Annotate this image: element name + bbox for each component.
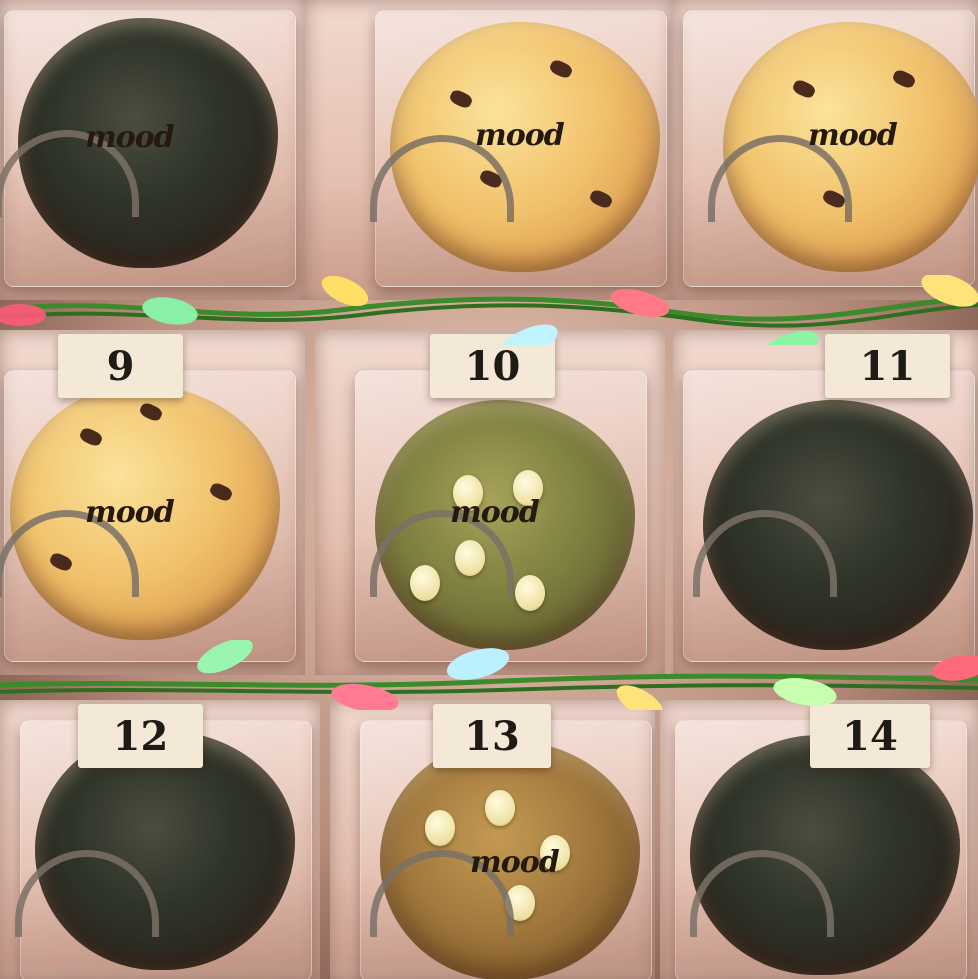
day-number-tag: 10 xyxy=(430,334,555,398)
day-number-tag: 11 xyxy=(825,334,950,398)
compartment: 11 xyxy=(673,330,978,675)
compartment: 12 xyxy=(0,700,320,979)
brand-label: mood xyxy=(85,120,175,155)
compartment: mood xyxy=(673,0,978,300)
chocolate-chunk xyxy=(448,88,474,110)
brand-label: mood xyxy=(450,495,540,530)
day-number-tag: 14 xyxy=(810,704,930,768)
chocolate-chunk xyxy=(791,78,817,100)
chocolate-chunk xyxy=(588,188,614,210)
compartment: 14 xyxy=(660,700,978,979)
day-number-tag: 13 xyxy=(433,704,551,768)
compartment: mood xyxy=(305,0,673,300)
compartment: mood 9 xyxy=(0,330,305,675)
chocolate-chunk xyxy=(891,68,917,90)
compartment: mood 10 xyxy=(315,330,665,675)
day-number-tag: 9 xyxy=(58,334,183,398)
day-number-tag: 12 xyxy=(78,704,203,768)
brand-label: mood xyxy=(85,495,175,530)
compartment: mood 13 xyxy=(330,700,655,979)
chocolate-chunk xyxy=(548,58,574,80)
white-chocolate-chip xyxy=(425,810,455,846)
chocolate-chunk xyxy=(138,401,164,423)
brand-label: mood xyxy=(475,118,565,153)
brand-label: mood xyxy=(808,118,898,153)
white-chocolate-chip xyxy=(515,575,545,611)
chocolate-chunk xyxy=(78,426,104,448)
compartment: mood xyxy=(0,0,305,300)
white-chocolate-chip xyxy=(485,790,515,826)
brand-label: mood xyxy=(470,845,560,880)
light-bulb xyxy=(0,304,46,326)
chocolate-chunk xyxy=(208,481,234,503)
advent-calendar-scene: mood mood mood mood 9 mood 10 11 12 mood… xyxy=(0,0,978,979)
